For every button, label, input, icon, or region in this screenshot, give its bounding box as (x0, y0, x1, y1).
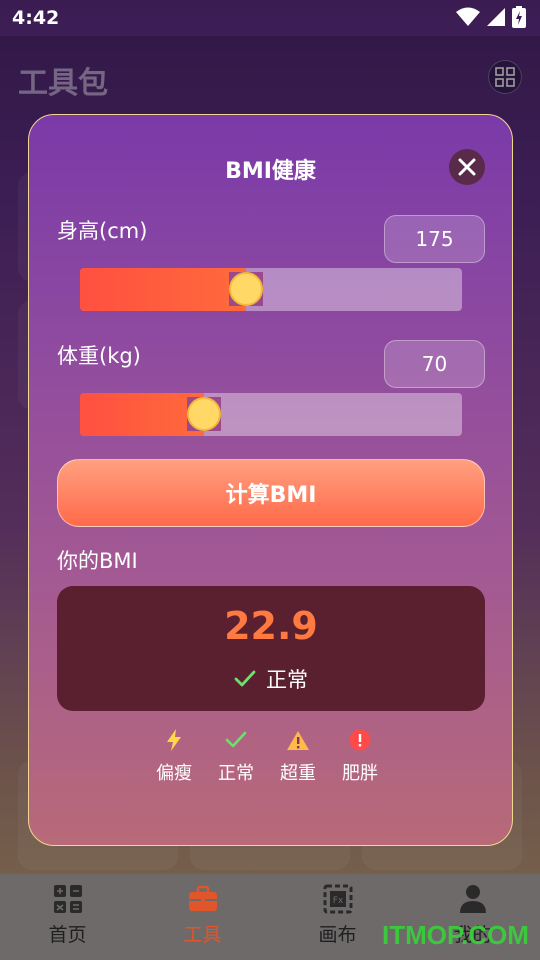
nav-item-home[interactable]: 首页 (0, 874, 135, 960)
status-bar: 4:42 (0, 0, 540, 36)
height-value-field[interactable]: 175 (384, 215, 485, 263)
slider-knob (187, 397, 221, 431)
battery-icon (512, 6, 526, 28)
height-slider[interactable] (80, 268, 462, 311)
weight-value-field[interactable]: 70 (384, 340, 485, 388)
watermark: ITMOP.COM (382, 920, 529, 950)
lightning-icon (167, 729, 181, 751)
legend-label: 超重 (280, 763, 316, 784)
legend-label: 偏瘦 (156, 763, 192, 784)
weight-slider-thumb[interactable] (187, 397, 221, 431)
nav-item-tools[interactable]: 工具 (135, 874, 270, 960)
bmi-result-card: 22.9 正常 (57, 586, 485, 711)
cell-signal-icon (487, 8, 505, 26)
dialog-title: BMI健康 (225, 159, 316, 184)
legend-label: 正常 (218, 763, 254, 784)
weight-slider[interactable] (80, 393, 462, 436)
close-icon (458, 158, 476, 176)
bmi-status-text: 正常 (266, 668, 308, 692)
height-slider-fill (80, 268, 246, 311)
height-label: 身高(cm) (57, 219, 148, 243)
status-icons (456, 6, 526, 28)
warning-icon (287, 730, 309, 750)
status-time: 4:42 (12, 7, 60, 29)
legend-label: 肥胖 (342, 763, 378, 784)
legend-item-obese: 肥胖 (341, 727, 379, 785)
check-icon (225, 731, 247, 748)
bmi-status: 正常 (57, 664, 485, 694)
legend-item-normal: 正常 (217, 727, 255, 785)
person-icon (459, 885, 486, 913)
bmi-category-legend: 偏瘦 正常 超重 肥胖 (155, 727, 379, 785)
toolbox-icon (188, 885, 217, 911)
height-slider-thumb[interactable] (229, 272, 263, 306)
wifi-icon (456, 7, 480, 26)
svg-text:Fx: Fx (332, 896, 343, 906)
calculate-bmi-button[interactable]: 计算BMI (57, 459, 485, 527)
close-button[interactable] (449, 149, 485, 185)
bmi-dialog: BMI健康 身高(cm) 175 体重(kg) 70 计算BMI 你的BMI 2… (28, 114, 513, 846)
result-label: 你的BMI (57, 549, 138, 573)
legend-item-overweight: 超重 (279, 727, 317, 785)
bmi-value: 22.9 (224, 604, 318, 648)
nav-label: 工具 (183, 924, 222, 946)
error-icon (349, 729, 371, 751)
canvas-icon: Fx (323, 884, 352, 914)
slider-knob (229, 272, 263, 306)
weight-label: 体重(kg) (57, 344, 141, 368)
calculator-icon (53, 885, 82, 913)
nav-label: 画布 (318, 924, 357, 946)
nav-label: 首页 (48, 924, 87, 946)
legend-item-underweight: 偏瘦 (155, 727, 193, 785)
weight-slider-fill (80, 393, 204, 436)
check-icon (234, 670, 256, 687)
